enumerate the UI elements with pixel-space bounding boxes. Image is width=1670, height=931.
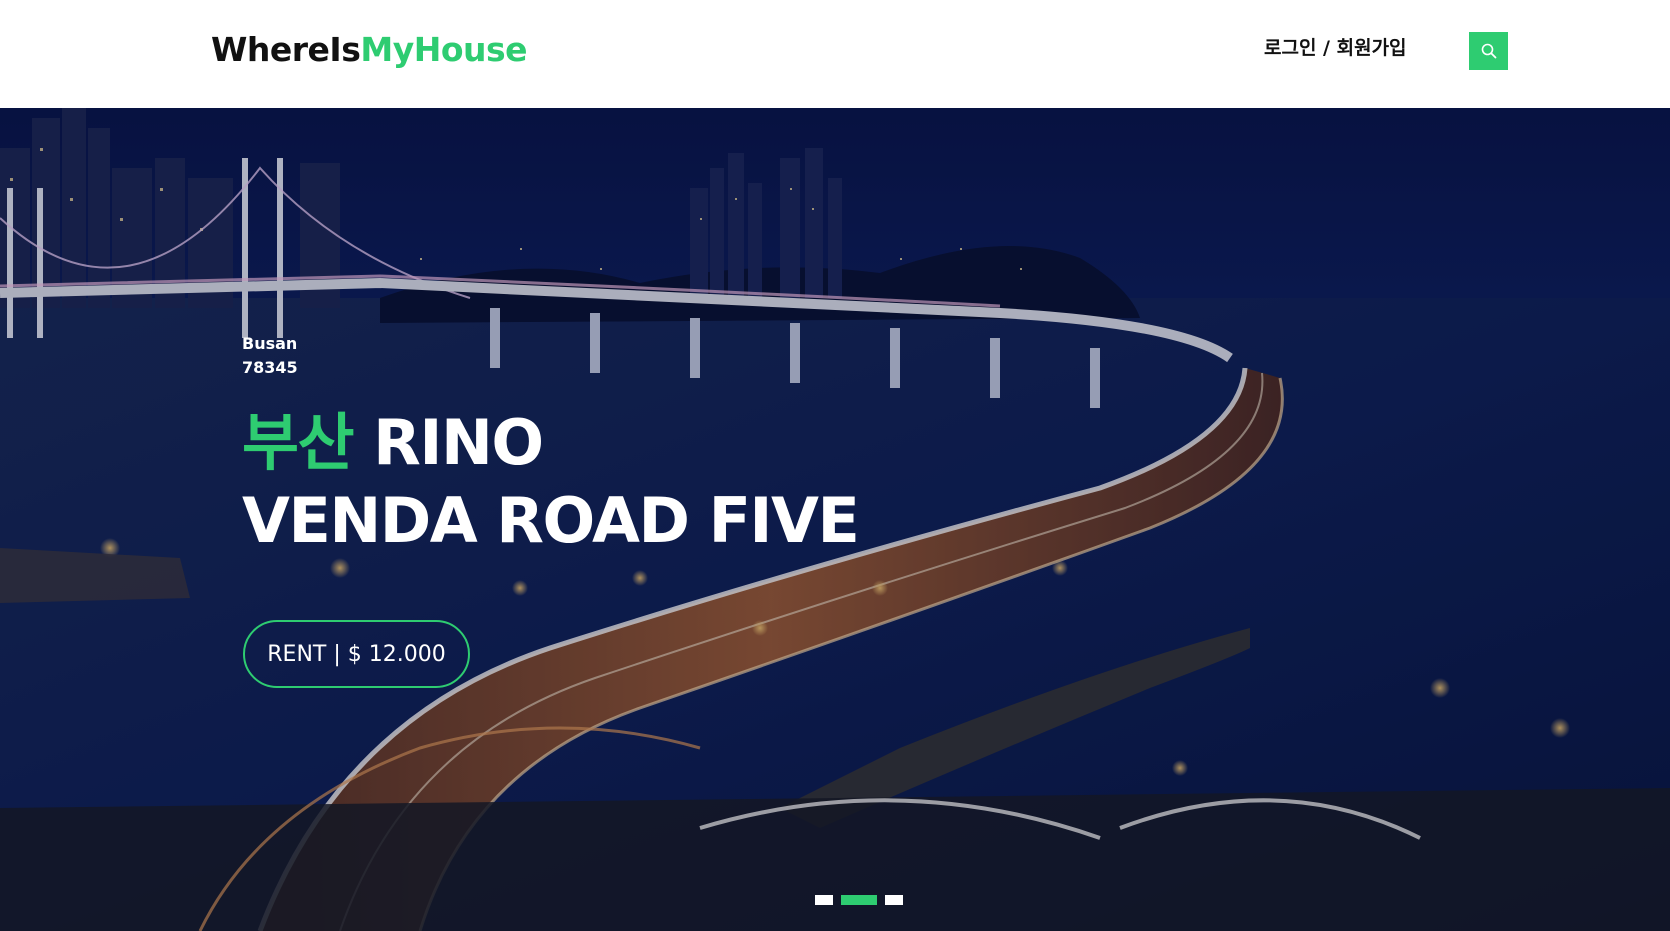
property-title: 부산 RINO VENDA ROAD FIVE (242, 404, 860, 560)
hero-slider: Busan 78345 부산 RINO VENDA ROAD FIVE RENT… (0, 108, 1670, 931)
search-icon (1481, 43, 1496, 59)
location-zip: 78345 (242, 358, 298, 377)
title-line1-rest: RINO (353, 406, 544, 479)
location-city: Busan (242, 334, 298, 353)
logo-text-primary: WhereIs (211, 30, 361, 69)
property-location: Busan 78345 (242, 332, 298, 380)
site-logo[interactable]: WhereIsMyHouse (211, 30, 528, 69)
title-accent: 부산 (242, 406, 355, 479)
carousel-dot-3[interactable] (885, 895, 903, 905)
login-signup-link[interactable]: 로그인 / 회원가입 (1264, 33, 1407, 60)
title-line2: VENDA ROAD FIVE (242, 484, 860, 557)
search-button[interactable] (1469, 32, 1508, 70)
carousel-dot-1[interactable] (815, 895, 833, 905)
carousel-indicators (815, 895, 903, 905)
rent-price-button[interactable]: RENT | $ 12.000 (243, 620, 470, 688)
logo-text-accent: MyHouse (360, 30, 528, 69)
carousel-dot-2[interactable] (841, 895, 877, 905)
site-header: WhereIsMyHouse 로그인 / 회원가입 (0, 0, 1670, 108)
